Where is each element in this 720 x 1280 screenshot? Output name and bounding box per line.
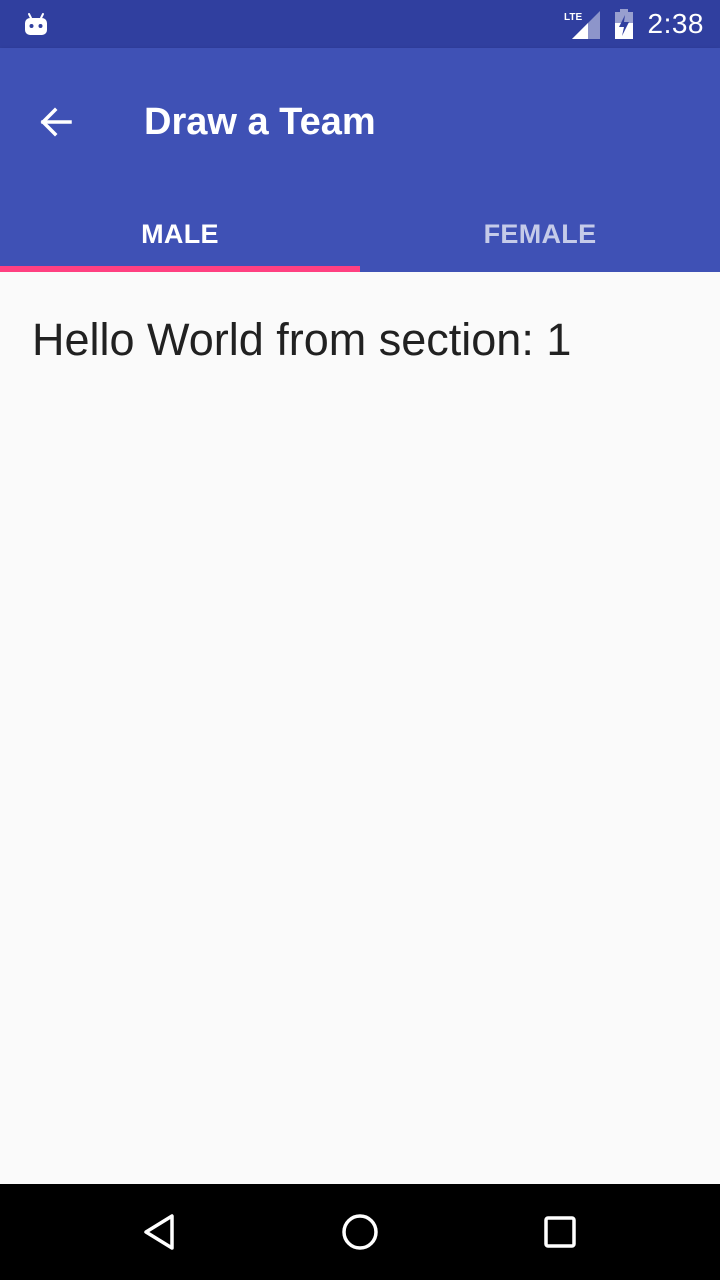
tab-male[interactable]: MALE (0, 196, 360, 272)
signal-icon: LTE (564, 9, 600, 39)
main-content: Hello World from section: 1 (0, 272, 720, 1184)
tab-female-label: FEMALE (483, 218, 597, 249)
circle-home-icon (342, 1214, 378, 1250)
tab-female[interactable]: FEMALE (360, 196, 720, 272)
arrow-back-icon (40, 107, 72, 137)
section-label: Hello World from section: 1 (32, 314, 572, 365)
tab-bar: MALE FEMALE (0, 196, 720, 272)
battery-charging-icon (614, 9, 633, 39)
app-bar: Draw a Team MALE FEMALE (0, 48, 720, 272)
triangle-back-icon (144, 1214, 174, 1250)
back-button[interactable] (24, 90, 88, 154)
navigation-bar (0, 1184, 720, 1280)
nav-recents-button[interactable] (536, 1208, 584, 1256)
network-label: LTE (564, 12, 582, 23)
status-time: 2:38 (647, 8, 704, 39)
nav-back-button[interactable] (136, 1208, 184, 1256)
status-bar: LTE 2:38 (0, 0, 720, 48)
page-title: Draw a Team (144, 101, 376, 143)
square-recents-icon (544, 1216, 576, 1248)
tab-male-label: MALE (141, 218, 219, 249)
android-robot-icon (25, 13, 47, 35)
status-icons: LTE 2:38 (564, 0, 705, 48)
nav-home-button[interactable] (336, 1208, 384, 1256)
toolbar: Draw a Team (0, 48, 720, 196)
